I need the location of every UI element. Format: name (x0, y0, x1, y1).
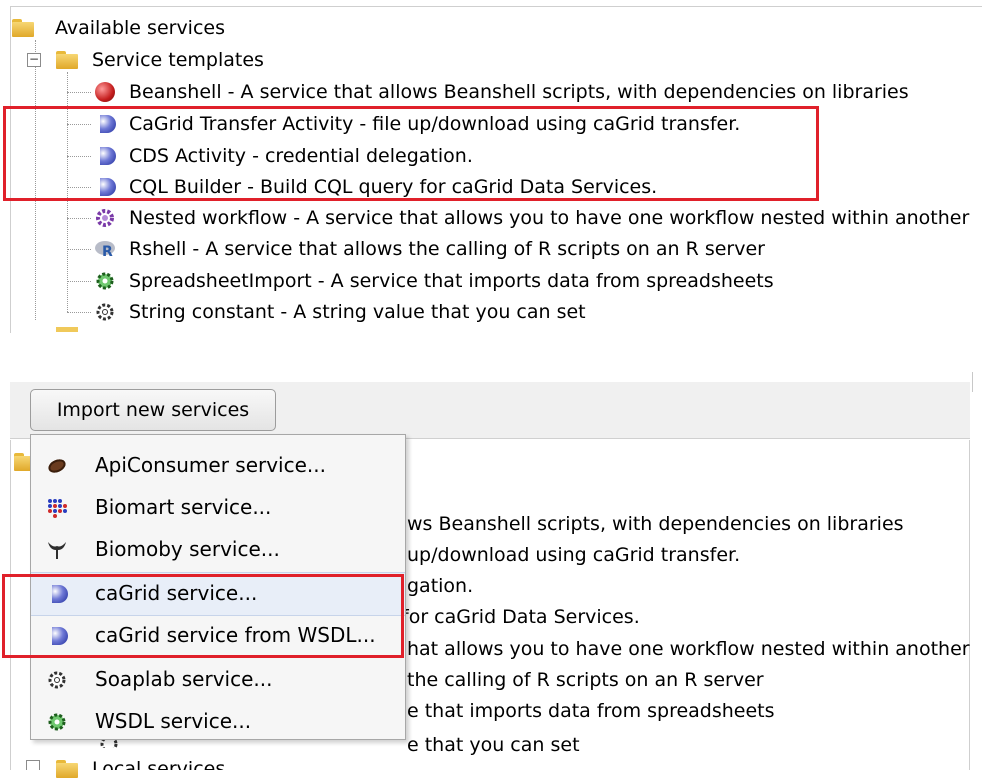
tree-branch-line (67, 92, 91, 93)
folder-icon (12, 19, 34, 37)
highlight-box-bottom (2, 574, 404, 658)
folder-icon (56, 327, 78, 332)
folder-icon (56, 760, 78, 778)
menu-label: Biomart service... (95, 495, 272, 519)
import-new-services-button[interactable]: Import new services (30, 389, 276, 431)
menu-item-soaplab[interactable]: Soaplab service... (31, 659, 405, 701)
gear-outline-icon (94, 301, 116, 323)
nested-workflow-icon (94, 207, 116, 229)
partial-tree-line[interactable]: e that imports data from spreadsheets (407, 699, 775, 723)
tree-item-beanshell[interactable]: Beanshell - A service that allows Beansh… (129, 80, 909, 104)
gear-outline-icon (45, 668, 69, 692)
tree-item-spreadsheet-import[interactable]: SpreadsheetImport - A service that impor… (129, 269, 774, 293)
biomart-dots-icon (45, 496, 69, 520)
partial-tree-line[interactable]: gation. (407, 574, 473, 598)
menu-item-wsdl[interactable]: WSDL service... (31, 701, 405, 743)
local-services-label-cut[interactable]: Local services (92, 759, 232, 770)
r-logo-icon: R (94, 238, 116, 260)
collapse-toggle[interactable]: − (27, 53, 41, 67)
partial-tree-line[interactable]: hat allows you to have one workflow nest… (407, 637, 970, 661)
partial-tree-line[interactable]: ws Beanshell scripts, with dependencies … (407, 512, 904, 536)
menu-label: ApiConsumer service... (95, 453, 326, 477)
partial-tree-line[interactable]: e that you can set (407, 733, 580, 757)
gear-green-icon (94, 270, 116, 292)
menu-label: Biomoby service... (95, 537, 280, 561)
beanshell-icon (94, 81, 116, 103)
menu-item-apiconsumer[interactable]: ApiConsumer service... (31, 445, 405, 487)
menu-label: WSDL service... (95, 709, 252, 733)
coffee-bean-icon (45, 454, 69, 478)
partial-tree-line[interactable]: the calling of R scripts on an R server (407, 668, 764, 692)
menu-item-biomart[interactable]: Biomart service... (31, 487, 405, 529)
svg-text:R: R (102, 244, 113, 260)
partial-tree-line[interactable]: for caGrid Data Services. (402, 605, 640, 629)
tree-item-string-constant[interactable]: String constant - A string value that yo… (129, 300, 586, 324)
tree-branch-line (67, 281, 91, 282)
tree-group-label[interactable]: Service templates (92, 48, 264, 72)
tree-branch-line (67, 249, 91, 250)
gear-green-icon (45, 710, 69, 734)
local-services-label: Local services (92, 759, 226, 770)
tree-branch-line (67, 218, 91, 219)
tree-item-nested-workflow[interactable]: Nested workflow - A service that allows … (129, 206, 969, 230)
menu-item-biomoby[interactable]: Biomoby service... (31, 529, 405, 571)
partial-tree-line[interactable]: up/download using caGrid transfer. (407, 543, 740, 567)
whale-tail-icon (45, 538, 69, 562)
tree-root-label[interactable]: Available services (55, 16, 225, 40)
folder-icon (56, 51, 78, 69)
highlight-box-top (3, 106, 819, 201)
tree-item-rshell[interactable]: Rshell - A service that allows the calli… (129, 237, 765, 261)
toolbar-edge (972, 372, 973, 392)
tree-branch-line (67, 312, 91, 313)
collapsed-toggle[interactable] (26, 760, 40, 770)
menu-label: Soaplab service... (95, 667, 273, 691)
